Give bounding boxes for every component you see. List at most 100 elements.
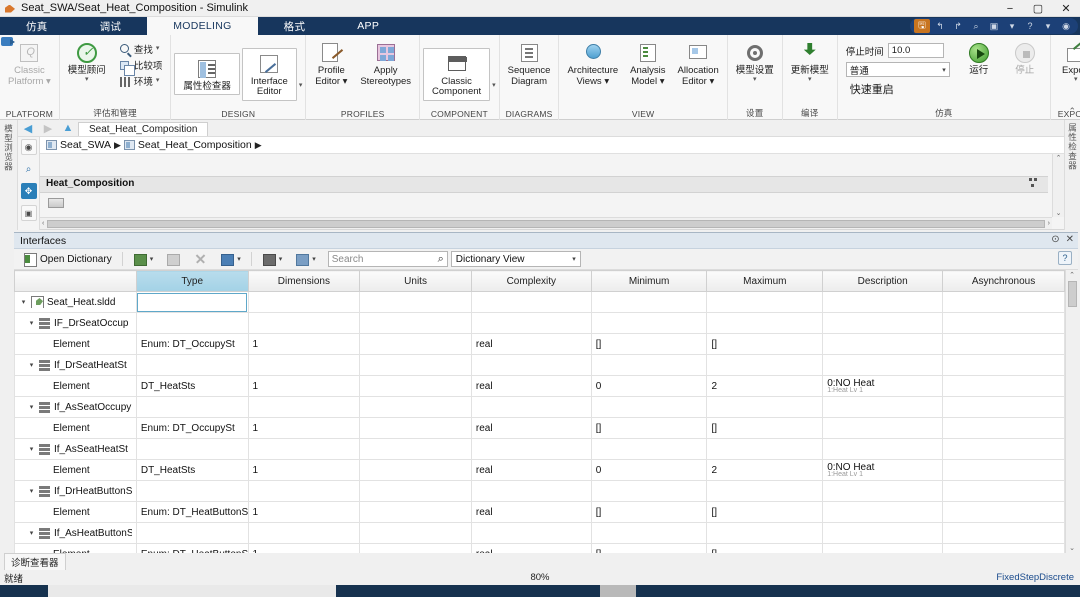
- column-header-type[interactable]: Type: [136, 271, 248, 292]
- row-complexity-cell[interactable]: [471, 292, 591, 313]
- row-complexity-cell[interactable]: real: [471, 460, 591, 481]
- update-model-caret[interactable]: ▾: [808, 77, 812, 83]
- row-type-cell[interactable]: [136, 355, 248, 376]
- row-maximum-cell[interactable]: []: [707, 544, 823, 554]
- apply-stereotypes-button[interactable]: Apply Stereotypes: [355, 39, 416, 87]
- row-maximum-cell[interactable]: [707, 292, 823, 313]
- row-minimum-cell[interactable]: [591, 292, 707, 313]
- row-complexity-cell[interactable]: [471, 313, 591, 334]
- model-tab[interactable]: Seat_Heat_Composition: [78, 122, 208, 136]
- classic-platform-button[interactable]: Classic Platform ▾: [3, 39, 56, 87]
- column-header-units[interactable]: Units: [360, 271, 472, 292]
- row-description-cell[interactable]: [823, 292, 943, 313]
- column-header-asynchronous[interactable]: Asynchronous: [943, 271, 1065, 292]
- tab-app[interactable]: APP: [331, 17, 405, 35]
- row-asynchronous-cell[interactable]: [943, 544, 1065, 554]
- expander-icon[interactable]: ▾: [19, 298, 28, 306]
- row-description-cell[interactable]: [823, 544, 943, 554]
- row-units-cell[interactable]: [360, 313, 472, 334]
- property-inspector-strip[interactable]: 属性检查器: [1064, 120, 1080, 230]
- row-name-cell[interactable]: Element: [15, 460, 137, 481]
- tab-debug[interactable]: 调试: [74, 17, 148, 35]
- delete-button[interactable]: [188, 251, 212, 268]
- row-minimum-cell[interactable]: []: [591, 418, 707, 439]
- expander-icon[interactable]: ▾: [27, 487, 36, 495]
- nav-up-button[interactable]: ▲: [58, 120, 78, 136]
- update-model-button[interactable]: 更新模型 ▾: [786, 39, 834, 83]
- undo-icon[interactable]: ↰: [932, 19, 948, 33]
- table-row[interactable]: ▾IF_DrSeatOccup: [15, 313, 1065, 334]
- stop-button[interactable]: 停止: [1003, 39, 1047, 77]
- row-units-cell[interactable]: [360, 502, 472, 523]
- search-icon[interactable]: ⌕: [438, 253, 444, 266]
- row-asynchronous-cell[interactable]: [943, 439, 1065, 460]
- table-row[interactable]: ElementDT_HeatSts1real020:NO Heat1:Heat …: [15, 376, 1065, 397]
- column-header-dimensions[interactable]: Dimensions: [248, 271, 360, 292]
- row-minimum-cell[interactable]: [591, 523, 707, 544]
- compare-button[interactable]: 比较项: [115, 57, 166, 73]
- row-maximum-cell[interactable]: [707, 355, 823, 376]
- row-minimum-cell[interactable]: [591, 481, 707, 502]
- row-asynchronous-cell[interactable]: [943, 355, 1065, 376]
- row-type-cell[interactable]: Enum: DT_OccupySt: [136, 418, 248, 439]
- allocation-editor-button[interactable]: Allocation Editor ▾: [673, 39, 724, 87]
- row-complexity-cell[interactable]: real: [471, 544, 591, 554]
- layout-icon[interactable]: ▣: [21, 205, 37, 221]
- expander-icon[interactable]: ▾: [27, 403, 36, 411]
- row-name-cell[interactable]: ▾If_AsSeatHeatSt: [15, 439, 137, 460]
- environment-button[interactable]: 环境 ▾: [115, 73, 166, 89]
- table-row[interactable]: ElementEnum: DT_HeatButtonSt1real[][]: [15, 502, 1065, 523]
- fast-restart-row[interactable]: 快速重启: [843, 79, 953, 99]
- row-maximum-cell[interactable]: [707, 481, 823, 502]
- expander-icon[interactable]: ▾: [27, 319, 36, 327]
- search-input[interactable]: Search ⌕: [328, 251, 448, 267]
- redo-icon[interactable]: ↱: [950, 19, 966, 33]
- table-vertical-scrollbar[interactable]: ⌃ ⌄: [1065, 270, 1078, 553]
- row-maximum-cell[interactable]: []: [707, 334, 823, 355]
- row-minimum-cell[interactable]: []: [591, 502, 707, 523]
- analysis-model-button[interactable]: Analysis Model ▾: [625, 39, 670, 87]
- row-name-cell[interactable]: ▾IF_DrSeatOccup: [15, 313, 137, 334]
- breadcrumb-item-heat-composition[interactable]: Seat_Heat_Composition: [138, 139, 252, 151]
- row-maximum-cell[interactable]: [707, 397, 823, 418]
- row-asynchronous-cell[interactable]: [943, 313, 1065, 334]
- table-row[interactable]: ▾If_DrHeatButtonSt: [15, 481, 1065, 502]
- row-name-cell[interactable]: ▾If_DrSeatHeatSt: [15, 355, 137, 376]
- canvas-horizontal-scrollbar[interactable]: ‹ ›: [40, 217, 1052, 229]
- row-units-cell[interactable]: [360, 418, 472, 439]
- row-type-cell[interactable]: Enum: DT_HeatButtonSt: [136, 502, 248, 523]
- import-caret[interactable]: ▾: [237, 255, 241, 263]
- row-dimensions-cell[interactable]: [248, 439, 360, 460]
- maximize-button[interactable]: ▢: [1024, 0, 1052, 17]
- collapse-ribbon-button[interactable]: ⌃: [1068, 106, 1076, 117]
- row-complexity-cell[interactable]: real: [471, 418, 591, 439]
- row-units-cell[interactable]: [360, 355, 472, 376]
- row-type-cell[interactable]: [136, 313, 248, 334]
- row-asynchronous-cell[interactable]: [943, 481, 1065, 502]
- row-type-cell[interactable]: [136, 481, 248, 502]
- row-units-cell[interactable]: [360, 460, 472, 481]
- hscroll-thumb[interactable]: [47, 220, 1044, 228]
- zoom-icon[interactable]: ⌕: [21, 161, 37, 177]
- row-description-cell[interactable]: [823, 418, 943, 439]
- table-row[interactable]: ElementDT_HeatSts1real020:NO Heat1:Heat …: [15, 460, 1065, 481]
- row-description-cell[interactable]: 0:NO Heat1:Heat Lv 1: [823, 376, 943, 397]
- row-description-cell[interactable]: [823, 355, 943, 376]
- import-button[interactable]: ▾: [215, 251, 246, 268]
- stop-time-input[interactable]: 10.0: [888, 43, 944, 58]
- nav-back-button[interactable]: ◀: [18, 120, 38, 136]
- row-minimum-cell[interactable]: []: [591, 544, 707, 554]
- row-minimum-cell[interactable]: [591, 397, 707, 418]
- row-type-cell[interactable]: [136, 439, 248, 460]
- open-dictionary-button[interactable]: Open Dictionary: [18, 251, 117, 268]
- search-icon[interactable]: ⌕: [968, 19, 984, 33]
- row-dimensions-cell[interactable]: [248, 397, 360, 418]
- row-dimensions-cell[interactable]: 1: [248, 460, 360, 481]
- row-name-cell[interactable]: Element: [15, 502, 137, 523]
- model-advisor-caret[interactable]: ▾: [85, 77, 89, 83]
- tab-simulation[interactable]: 仿真: [0, 17, 74, 35]
- find-caret[interactable]: ▾: [156, 46, 160, 52]
- tab-modeling[interactable]: MODELING: [147, 17, 257, 35]
- row-name-cell[interactable]: Element: [15, 334, 137, 355]
- chevron-down-icon[interactable]: ▾: [1004, 19, 1020, 33]
